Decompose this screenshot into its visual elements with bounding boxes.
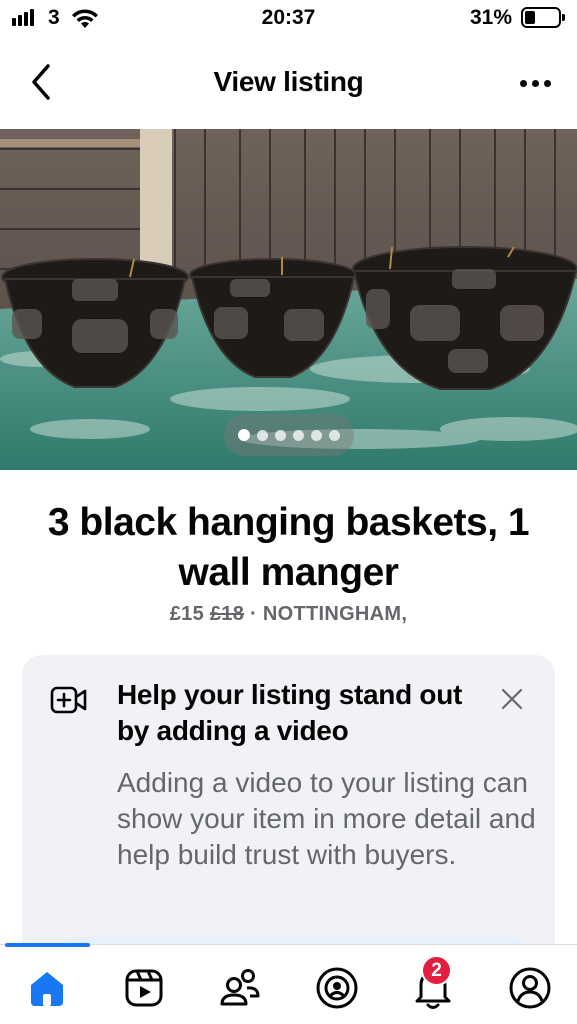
tab-friends[interactable] bbox=[213, 961, 267, 1015]
page-dot bbox=[293, 429, 304, 441]
more-horizontal-icon bbox=[519, 79, 527, 87]
tab-profile[interactable] bbox=[310, 961, 364, 1015]
profile-circle-icon bbox=[316, 967, 358, 1009]
page-dot bbox=[311, 429, 322, 441]
bottom-tab-bar: 2 bbox=[0, 943, 577, 1024]
status-bar: 3 20:37 31% bbox=[0, 0, 577, 40]
battery-icon bbox=[521, 7, 565, 28]
page-dot-active bbox=[238, 429, 250, 441]
notifications-badge: 2 bbox=[421, 955, 452, 986]
tip-card-title: Help your listing stand out by adding a … bbox=[117, 679, 463, 746]
active-tab-indicator bbox=[5, 943, 90, 947]
listing-title: 3 black hanging baskets, 1 wall manger bbox=[47, 501, 530, 594]
listing-meta: £15 £18 · NOTTINGHAM, bbox=[0, 603, 577, 626]
meta-separator: · bbox=[244, 603, 263, 625]
page-dot bbox=[275, 429, 286, 441]
photo-pagination[interactable] bbox=[224, 414, 354, 456]
listing-price: £15 bbox=[169, 603, 205, 625]
video-play-icon bbox=[125, 969, 163, 1007]
video-add-icon bbox=[50, 686, 87, 714]
page-title: View listing bbox=[213, 66, 364, 97]
avatar-icon bbox=[509, 967, 551, 1009]
tab-home[interactable] bbox=[20, 961, 74, 1015]
close-icon bbox=[501, 688, 523, 710]
tab-menu[interactable] bbox=[503, 961, 557, 1015]
home-icon bbox=[31, 972, 63, 1006]
page-dot bbox=[329, 429, 340, 441]
close-tip-button[interactable] bbox=[495, 682, 529, 716]
nav-header: View listing bbox=[0, 52, 577, 112]
tab-video[interactable] bbox=[117, 961, 171, 1015]
listing-location: NOTTINGHAM, bbox=[262, 603, 408, 625]
listing-original-price: £18 bbox=[209, 603, 245, 625]
page-dot bbox=[257, 429, 268, 441]
tip-card-body: Adding a video to your listing can show … bbox=[117, 767, 536, 870]
battery-percentage: 31% bbox=[470, 6, 513, 29]
friends-icon bbox=[220, 969, 260, 1006]
more-options-button[interactable] bbox=[510, 66, 560, 100]
